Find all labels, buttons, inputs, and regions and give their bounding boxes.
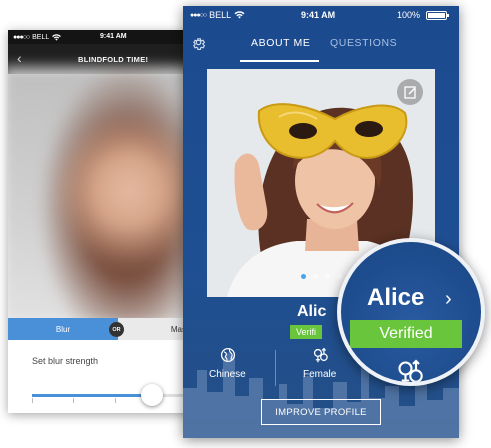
blur-strength-slider[interactable] — [32, 384, 198, 406]
gear-icon[interactable] — [191, 35, 206, 50]
slider-fill — [32, 394, 152, 397]
blur-option[interactable]: Blur — [8, 318, 118, 340]
or-badge: OR — [109, 322, 124, 337]
wifi-icon — [52, 33, 62, 41]
nav-title: BLINDFOLD TIME! — [78, 55, 149, 64]
profile-name[interactable]: Alic — [297, 303, 326, 321]
page-dot[interactable] — [312, 274, 318, 279]
carrier: ●●●○○ BELL — [190, 10, 245, 20]
gender-label: Female — [303, 369, 337, 380]
slider-tick — [73, 398, 74, 403]
page-dot[interactable] — [324, 274, 330, 279]
back-arrow-icon[interactable]: ‹ — [17, 50, 22, 66]
attribute-divider — [275, 350, 276, 386]
status-time: 9:41 AM — [100, 33, 127, 40]
battery-icon — [426, 11, 449, 20]
magnifier-callout: Alice › Verified — [337, 238, 485, 386]
tab-questions[interactable]: QUESTIONS — [330, 37, 397, 49]
carrier-label: BELL — [32, 33, 50, 41]
status-bar: ●●●○○ BELL 9:41 AM — [8, 30, 198, 44]
blurred-photo — [8, 66, 198, 326]
battery-percent: 100% — [397, 10, 421, 20]
tab-about-me[interactable]: ABOUT ME — [251, 37, 310, 49]
blindfold-screen: ●●●○○ BELL 9:41 AM ‹ BLINDFOLD TIME! Blu… — [8, 30, 198, 413]
verified-badge: Verifi — [290, 325, 323, 339]
signal-icon: ●●●○○ — [190, 11, 207, 19]
gender-icon — [313, 347, 328, 363]
gender-icon — [398, 359, 423, 382]
wifi-icon — [234, 11, 245, 19]
status-bar: ●●●○○ BELL 9:41 AM 100% — [183, 6, 459, 24]
page-dot[interactable] — [336, 274, 342, 279]
magnified-verified-badge: Verified — [350, 320, 462, 348]
blur-settings: Set blur strength — [8, 340, 198, 406]
magnified-name: Alice — [367, 284, 425, 311]
carrier: ●●●○○ BELL — [13, 33, 62, 41]
blur-strength-label: Set blur strength — [32, 356, 99, 366]
edit-photo-button[interactable] — [397, 79, 423, 105]
blur-mask-toggle: Blur Mask OR — [8, 318, 198, 340]
signal-icon: ●●●○○ — [13, 33, 30, 41]
slider-knob[interactable] — [141, 384, 163, 406]
carrier-label: BELL — [209, 10, 232, 20]
active-tab-indicator — [240, 60, 319, 62]
slider-tick — [32, 398, 33, 403]
slider-tick — [115, 398, 116, 403]
globe-icon — [220, 347, 236, 363]
improve-profile-button[interactable]: IMPROVE PROFILE — [261, 399, 381, 425]
language-label: Chinese — [209, 369, 246, 380]
page-dot[interactable] — [300, 274, 306, 279]
status-time: 9:41 AM — [301, 10, 336, 20]
edit-icon — [404, 86, 416, 99]
chevron-right-icon: › — [445, 288, 452, 310]
